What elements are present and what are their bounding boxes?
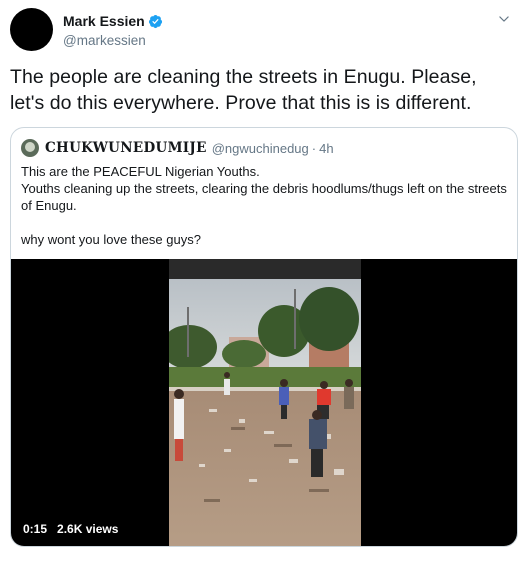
quoted-tweet[interactable]: CHUKWUNEDUMIJE @ngwuchinedug · 4h This a… [10,127,518,547]
video-views: 2.6K views [57,522,119,536]
quoted-author-avatar [21,139,39,157]
tweet: Mark Essien @markessien The people are c… [0,0,527,561]
chevron-down-icon[interactable] [495,10,513,28]
quoted-text-line: why wont you love these guys? [21,232,201,247]
author-avatar[interactable] [10,8,53,51]
separator-dot: · [311,140,317,156]
video-stats: 0:15 2.6K views [23,522,118,536]
quoted-text-line: Youths cleaning up the streets, clearing… [21,181,507,213]
author-handle[interactable]: @markessien [63,33,163,48]
quoted-tweet-text: This are the PEACEFUL Nigerian Youths. Y… [21,163,511,248]
quoted-tweet-header: CHUKWUNEDUMIJE @ngwuchinedug · 4h [21,139,334,157]
video-player[interactable]: 0:15 2.6K views [11,259,517,546]
quoted-author-handle: @ngwuchinedug [211,140,309,156]
author-name[interactable]: Mark Essien [63,13,145,29]
quoted-author-name: CHUKWUNEDUMIJE [45,140,207,156]
quoted-text-line: This are the PEACEFUL Nigerian Youths. [21,164,260,179]
tweet-text: The people are cleaning the streets in E… [10,66,477,114]
author-name-row: Mark Essien [63,12,163,30]
video-frame-image [169,259,361,546]
verified-badge-icon [148,14,162,28]
video-duration: 0:15 [23,522,48,536]
quoted-timestamp: 4h [319,140,334,156]
author-block: Mark Essien @markessien [63,12,163,48]
